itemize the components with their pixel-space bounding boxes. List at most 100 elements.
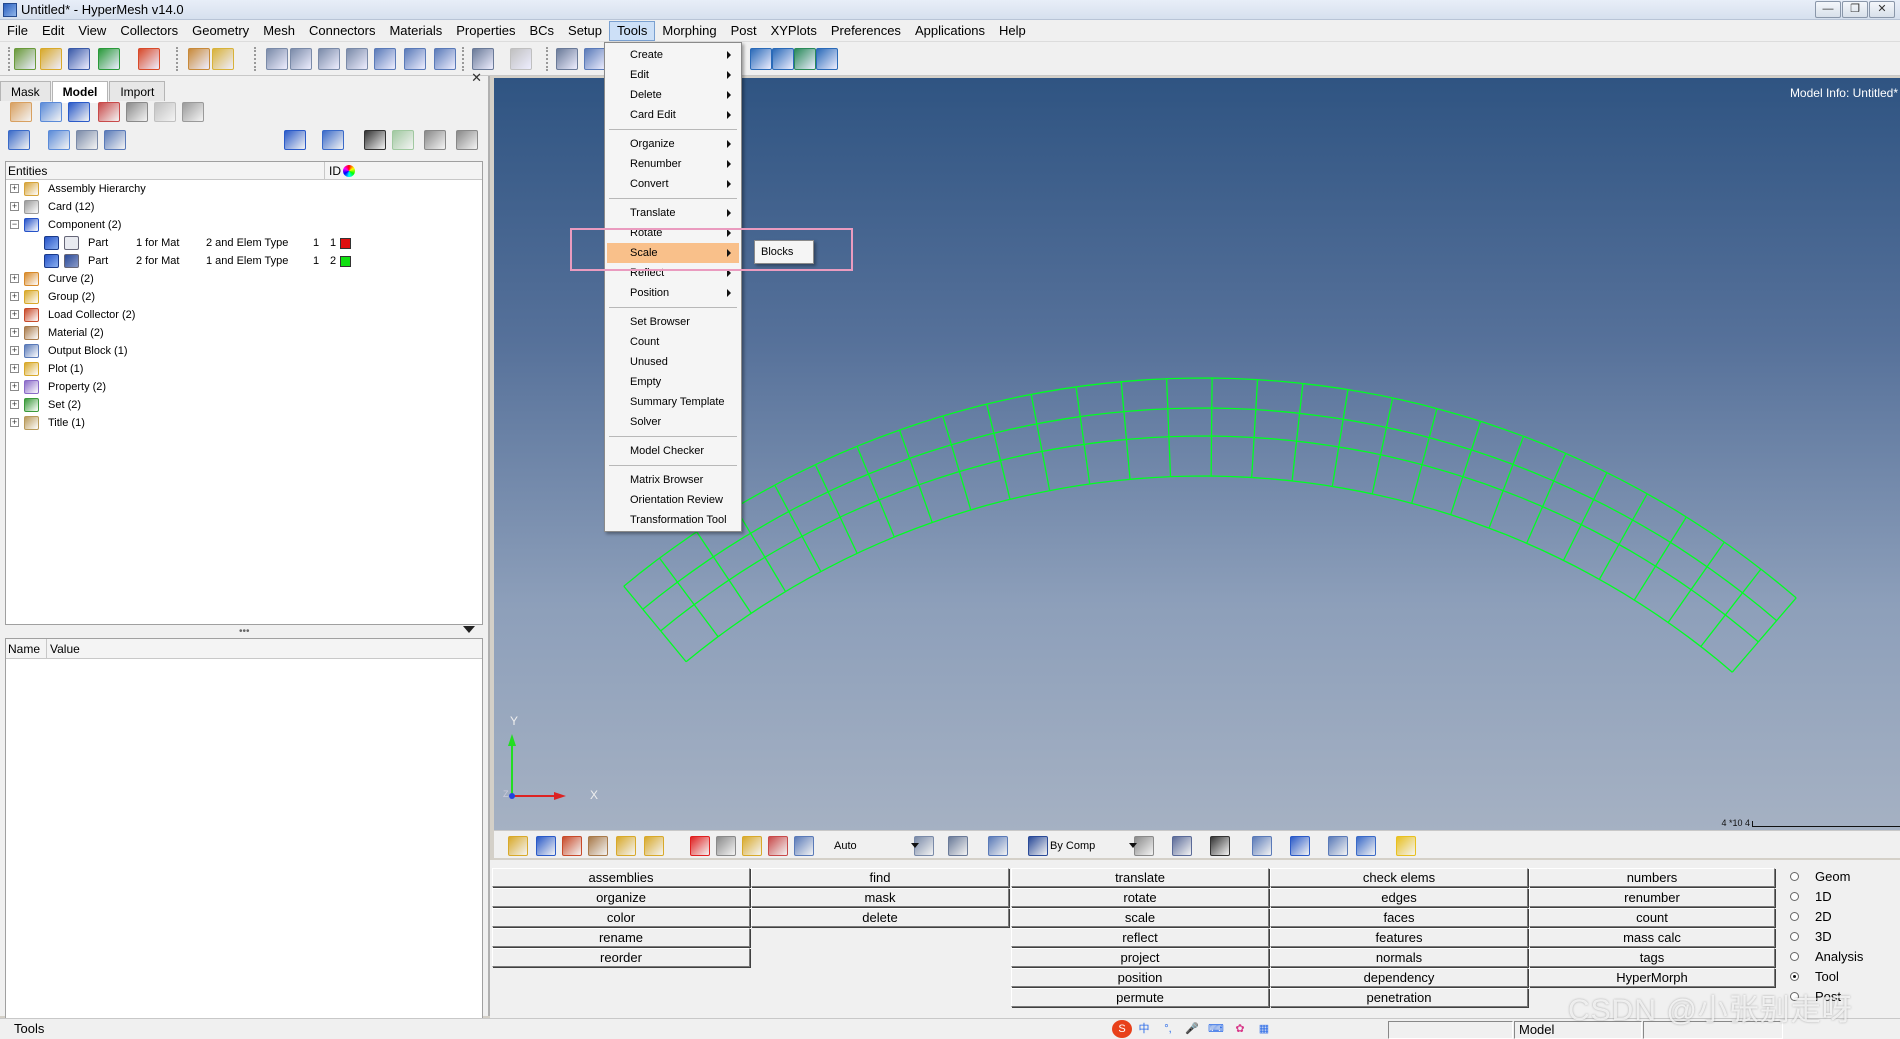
mode-3d-radio[interactable]: 3D bbox=[1790, 927, 1832, 947]
zoom-fit-icon[interactable] bbox=[290, 48, 312, 70]
menu-view[interactable]: View bbox=[71, 21, 113, 41]
display-mode-icon[interactable] bbox=[8, 130, 30, 150]
restore-button[interactable]: ❐ bbox=[1842, 1, 1868, 18]
tree-row[interactable]: + Set (2) bbox=[6, 396, 482, 414]
mode-1d-radio[interactable]: 1D bbox=[1790, 887, 1832, 907]
menu-applications[interactable]: Applications bbox=[908, 21, 992, 41]
view-xy-icon[interactable] bbox=[750, 48, 772, 70]
load-mode-icon[interactable] bbox=[616, 836, 636, 856]
surface-display-icon[interactable] bbox=[948, 836, 968, 856]
zoom-box-icon[interactable] bbox=[266, 48, 288, 70]
tree-row[interactable]: + Plot (1) bbox=[6, 360, 482, 378]
cmd-dependency-button[interactable]: dependency bbox=[1270, 968, 1528, 987]
shaded-elements-icon[interactable] bbox=[1172, 836, 1192, 856]
tools-menu-model-checker[interactable]: Model Checker bbox=[607, 441, 739, 461]
cmd-normals-button[interactable]: normals bbox=[1270, 948, 1528, 967]
material-mode-icon[interactable] bbox=[588, 836, 608, 856]
tree-row[interactable]: + Curve (2) bbox=[6, 270, 482, 288]
axis-icon[interactable] bbox=[794, 48, 816, 70]
loadcol-view-icon[interactable] bbox=[126, 102, 148, 122]
cmd-scale-button[interactable]: scale bbox=[1011, 908, 1269, 927]
clip-icon[interactable] bbox=[1328, 836, 1348, 856]
card-view-icon[interactable] bbox=[182, 102, 204, 122]
ime-tray-icon[interactable]: S bbox=[1112, 1020, 1132, 1038]
tree-row[interactable]: + Group (2) bbox=[6, 288, 482, 306]
tools-menu-transformation-tool[interactable]: Transformation Tool bbox=[607, 510, 739, 530]
menu-properties[interactable]: Properties bbox=[449, 21, 522, 41]
output-view-icon[interactable] bbox=[154, 102, 176, 122]
menu-morphing[interactable]: Morphing bbox=[655, 21, 723, 41]
ime-tray-icon[interactable]: ✿ bbox=[1232, 1020, 1248, 1038]
material-view-icon[interactable] bbox=[68, 102, 90, 122]
tools-menu-create[interactable]: Create bbox=[607, 45, 739, 65]
tools-menu-summary-template[interactable]: Summary Template bbox=[607, 392, 739, 412]
ime-tray-icon[interactable]: ▦ bbox=[1256, 1020, 1272, 1038]
translate-view-icon[interactable] bbox=[374, 48, 396, 70]
hand-icon[interactable] bbox=[346, 48, 368, 70]
tools-menu-unused[interactable]: Unused bbox=[607, 352, 739, 372]
find-icon[interactable] bbox=[742, 836, 762, 856]
tools-menu-edit[interactable]: Edit bbox=[607, 65, 739, 85]
collapse-icon[interactable]: − bbox=[10, 220, 19, 229]
tab-mask[interactable]: Mask bbox=[0, 81, 51, 101]
tree-row[interactable]: + Card (12) bbox=[6, 198, 482, 216]
tools-menu-set-browser[interactable]: Set Browser bbox=[607, 312, 739, 332]
component-color-swatch[interactable] bbox=[340, 256, 351, 267]
component-color-swatch[interactable] bbox=[340, 238, 351, 249]
tools-menu-card-edit[interactable]: Card Edit bbox=[607, 105, 739, 125]
menu-edit[interactable]: Edit bbox=[35, 21, 71, 41]
tools-menu-renumber[interactable]: Renumber bbox=[607, 154, 739, 174]
tree-row[interactable]: + Title (1) bbox=[6, 414, 482, 432]
id-column-header[interactable]: ID bbox=[324, 162, 364, 180]
cmd-assemblies-button[interactable]: assemblies bbox=[492, 868, 750, 887]
mode-analysis-radio[interactable]: Analysis bbox=[1790, 947, 1863, 967]
new-model-icon[interactable] bbox=[14, 48, 36, 70]
by-comp-combo[interactable]: By Comp bbox=[1050, 836, 1138, 856]
expand-icon[interactable]: + bbox=[10, 364, 19, 373]
cmd-faces-button[interactable]: faces bbox=[1270, 908, 1528, 927]
radio-button-icon[interactable] bbox=[1790, 952, 1799, 961]
model-files-icon[interactable] bbox=[212, 48, 234, 70]
cmd-features-button[interactable]: features bbox=[1270, 928, 1528, 947]
collapse-arrow-icon[interactable] bbox=[463, 626, 475, 633]
cmd-reorder-button[interactable]: reorder bbox=[492, 948, 750, 967]
tab-import[interactable]: Import bbox=[109, 81, 166, 101]
export-icon[interactable] bbox=[138, 48, 160, 70]
tree-row[interactable]: + Load Collector (2) bbox=[6, 306, 482, 324]
mode-2d-radio[interactable]: 2D bbox=[1790, 907, 1832, 927]
tools-menu-translate[interactable]: Translate bbox=[607, 203, 739, 223]
component-color-mode-icon[interactable] bbox=[508, 836, 528, 856]
solid-icon[interactable] bbox=[1290, 836, 1310, 856]
show-all-icon[interactable] bbox=[424, 130, 446, 150]
layer-icon[interactable] bbox=[1252, 836, 1272, 856]
ime-tray-icon[interactable]: 中 bbox=[1136, 1020, 1152, 1038]
spin-view-icon[interactable] bbox=[434, 48, 456, 70]
mode-geom-radio[interactable]: Geom bbox=[1790, 867, 1850, 887]
ime-tray-icon[interactable]: 🎤 bbox=[1184, 1020, 1200, 1038]
tools-menu-count[interactable]: Count bbox=[607, 332, 739, 352]
open-model-icon[interactable] bbox=[40, 48, 62, 70]
assembly-view-icon[interactable] bbox=[40, 102, 62, 122]
tools-menu-position[interactable]: Position bbox=[607, 283, 739, 303]
entities-column-header[interactable]: Entities bbox=[8, 162, 47, 180]
expand-icon[interactable]: + bbox=[10, 310, 19, 319]
menu-materials[interactable]: Materials bbox=[382, 21, 449, 41]
pointer-icon[interactable] bbox=[364, 130, 386, 150]
show-none-icon[interactable] bbox=[456, 130, 478, 150]
view-left-icon[interactable] bbox=[584, 48, 606, 70]
radio-button-icon[interactable] bbox=[1790, 972, 1799, 981]
property-view-icon[interactable] bbox=[98, 102, 120, 122]
delete-entity-icon[interactable] bbox=[690, 836, 710, 856]
menu-collectors[interactable]: Collectors bbox=[113, 21, 185, 41]
component-display-icon[interactable] bbox=[64, 236, 79, 250]
cmd-rename-button[interactable]: rename bbox=[492, 928, 750, 947]
rotate-view-icon[interactable] bbox=[404, 48, 426, 70]
menu-geometry[interactable]: Geometry bbox=[185, 21, 256, 41]
ime-tray-icon[interactable]: °, bbox=[1160, 1020, 1176, 1038]
minimize-button[interactable]: — bbox=[1815, 1, 1841, 18]
cmd-count-button[interactable]: count bbox=[1529, 908, 1775, 927]
tree-row[interactable]: + Assembly Hierarchy bbox=[6, 180, 482, 198]
cmd-check-elems-button[interactable]: check elems bbox=[1270, 868, 1528, 887]
property-mode-icon[interactable] bbox=[562, 836, 582, 856]
tools-menu-delete[interactable]: Delete bbox=[607, 85, 739, 105]
